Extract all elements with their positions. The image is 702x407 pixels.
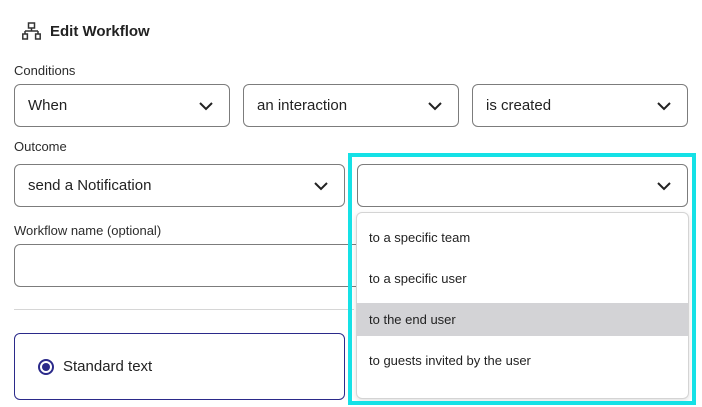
chevron-down-icon: [199, 101, 213, 110]
dropdown-option[interactable]: to a specific team: [357, 221, 688, 254]
subject-select[interactable]: an interaction: [243, 84, 459, 127]
subject-select-value: an interaction: [257, 97, 348, 114]
standard-text-label: Standard text: [63, 358, 153, 375]
notification-target-dropdown: to a specific team to a specific user to…: [356, 212, 689, 399]
chevron-down-icon: [657, 181, 671, 190]
workflow-name-label: Workflow name (optional): [14, 223, 162, 238]
radio-selected-icon[interactable]: [38, 358, 54, 375]
event-select[interactable]: is created: [472, 84, 688, 127]
event-select-value: is created: [486, 97, 552, 114]
workflow-icon: [22, 22, 41, 41]
trigger-select[interactable]: When: [14, 84, 230, 127]
dropdown-option-highlighted[interactable]: to the end user: [357, 303, 688, 336]
standard-text-option[interactable]: Standard text: [14, 333, 345, 400]
action-select[interactable]: send a Notification: [14, 164, 345, 207]
dropdown-option[interactable]: to guests invited by the user: [357, 344, 688, 377]
chevron-down-icon: [314, 181, 328, 190]
chevron-down-icon: [657, 101, 671, 110]
trigger-select-value: When: [28, 97, 68, 114]
chevron-down-icon: [428, 101, 442, 110]
edit-workflow-page: Edit Workflow Conditions When an interac…: [0, 0, 702, 407]
conditions-label: Conditions: [14, 63, 76, 78]
page-title: Edit Workflow: [50, 23, 150, 40]
dropdown-option[interactable]: to a specific user: [357, 262, 688, 295]
page-header: Edit Workflow: [22, 22, 150, 41]
action-select-value: send a Notification: [28, 177, 152, 194]
section-divider: [14, 309, 354, 310]
outcome-label: Outcome: [14, 139, 67, 154]
notification-target-select[interactable]: [357, 164, 688, 207]
